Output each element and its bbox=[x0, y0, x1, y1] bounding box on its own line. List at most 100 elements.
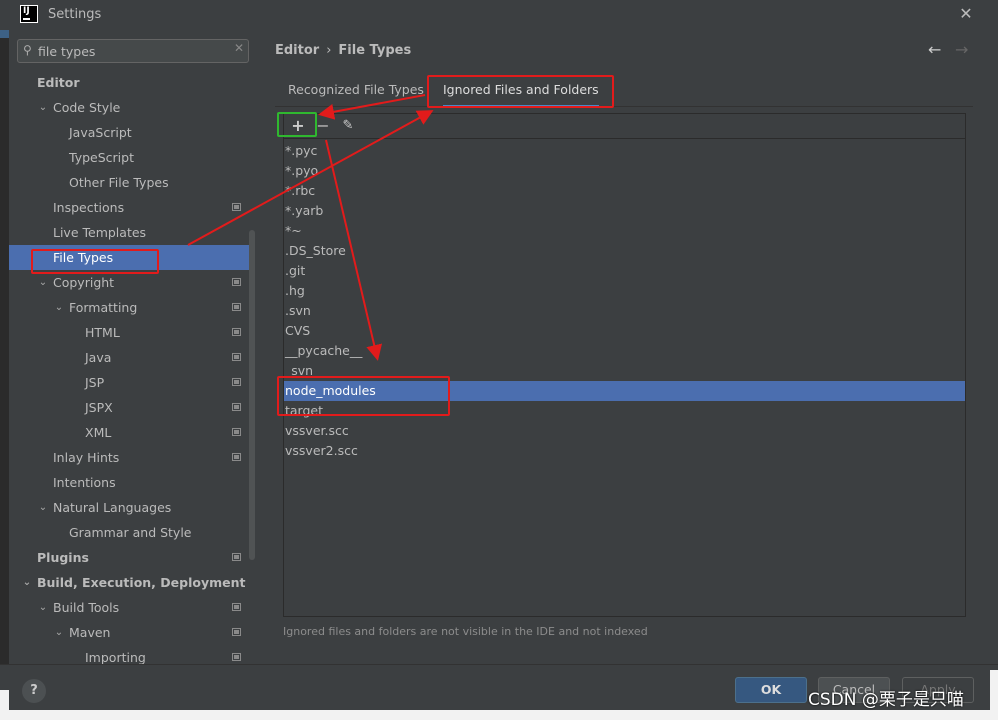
sidebar-item-live-templates[interactable]: Live Templates bbox=[9, 220, 249, 245]
close-icon[interactable]: ✕ bbox=[957, 4, 975, 24]
ignored-pattern-item[interactable]: node_modules bbox=[284, 381, 965, 401]
sidebar-item-label: Plugins bbox=[37, 550, 89, 565]
search-input[interactable] bbox=[38, 43, 228, 59]
sidebar-item-label: Java bbox=[85, 350, 112, 365]
project-scope-icon bbox=[232, 428, 241, 436]
ignored-list-panel: + − ✎ *.pyc *.pyo *.rbc *.yarb *~ .DS_Store .g… bbox=[283, 113, 966, 617]
ignored-pattern-item[interactable]: *.pyc bbox=[284, 141, 965, 161]
sidebar-item-code-style[interactable]: ⌄ Code Style bbox=[9, 95, 249, 120]
sidebar-item-other-file-types[interactable]: Other File Types bbox=[9, 170, 249, 195]
breadcrumb: Editor › File Types bbox=[275, 43, 411, 58]
background-editor-left bbox=[0, 690, 9, 720]
sidebar-item-build-execution-deployment[interactable]: ⌄ Build, Execution, Deployment bbox=[9, 570, 249, 595]
chevron-down-icon[interactable]: ⌄ bbox=[53, 295, 65, 320]
sidebar-item-editor[interactable]: Editor bbox=[9, 70, 249, 95]
ignored-pattern-item[interactable]: *.yarb bbox=[284, 201, 965, 221]
edit-pencil-icon[interactable]: ✎ bbox=[337, 116, 359, 136]
ignored-pattern-item[interactable]: target bbox=[284, 401, 965, 421]
search-icon: ⚲ bbox=[23, 43, 32, 57]
sidebar-item-maven[interactable]: ⌄ Maven bbox=[9, 620, 249, 645]
sidebar-item-java[interactable]: Java bbox=[9, 345, 249, 370]
project-scope-icon bbox=[232, 303, 241, 311]
tab-ignored-files-and-folders[interactable]: Ignored Files and Folders bbox=[443, 77, 599, 108]
settings-sidebar: ⚲ ✕ Editor ⌄ Code Style JavaScript TypeScrip… bbox=[9, 30, 258, 665]
chevron-down-icon[interactable]: ⌄ bbox=[21, 570, 33, 595]
sidebar-item-inlay-hints[interactable]: Inlay Hints bbox=[9, 445, 249, 470]
sidebar-item-label: Code Style bbox=[53, 100, 121, 115]
sidebar-item-copyright[interactable]: ⌄ Copyright bbox=[9, 270, 249, 295]
sidebar-item-xml[interactable]: XML bbox=[9, 420, 249, 445]
remove-pattern-button[interactable]: − bbox=[312, 116, 334, 136]
chevron-down-icon[interactable]: ⌄ bbox=[37, 595, 49, 620]
sidebar-item-label: JSPX bbox=[85, 400, 113, 415]
project-scope-icon bbox=[232, 378, 241, 386]
sidebar-item-label: Copyright bbox=[53, 275, 115, 290]
sidebar-item-label: Formatting bbox=[69, 300, 138, 315]
csdn-watermark: CSDN @栗子是只喵 bbox=[808, 690, 964, 710]
ignored-pattern-item[interactable]: vssver2.scc bbox=[284, 441, 965, 461]
ignored-pattern-item[interactable]: *.pyo bbox=[284, 161, 965, 181]
sidebar-item-inspections[interactable]: Inspections bbox=[9, 195, 249, 220]
sidebar-item-label: JSP bbox=[85, 375, 105, 390]
sidebar-item-label: Maven bbox=[69, 625, 111, 640]
forward-arrow-icon[interactable]: → bbox=[955, 40, 973, 60]
sidebar-item-html[interactable]: HTML bbox=[9, 320, 249, 345]
ignored-pattern-item[interactable]: _svn bbox=[284, 361, 965, 381]
sidebar-item-build-tools[interactable]: ⌄ Build Tools bbox=[9, 595, 249, 620]
sidebar-item-label: JavaScript bbox=[69, 125, 132, 140]
ignored-pattern-item[interactable]: .DS_Store bbox=[284, 241, 965, 261]
sidebar-item-jspx[interactable]: JSPX bbox=[9, 395, 249, 420]
breadcrumb-current: File Types bbox=[338, 43, 412, 58]
ok-button[interactable]: OK bbox=[735, 677, 807, 703]
sidebar-item-label: Inspections bbox=[53, 200, 125, 215]
sidebar-item-natural-languages[interactable]: ⌄ Natural Languages bbox=[9, 495, 249, 520]
breadcrumb-parent[interactable]: Editor bbox=[275, 43, 319, 58]
chevron-down-icon[interactable]: ⌄ bbox=[53, 620, 65, 645]
project-scope-icon bbox=[232, 278, 241, 286]
ignored-pattern-item[interactable]: .git bbox=[284, 261, 965, 281]
sidebar-item-intentions[interactable]: Intentions bbox=[9, 470, 249, 495]
clear-search-icon[interactable]: ✕ bbox=[231, 41, 247, 59]
project-scope-icon bbox=[232, 403, 241, 411]
project-scope-icon bbox=[232, 453, 241, 461]
project-scope-icon bbox=[232, 553, 241, 561]
background-editor-bottom bbox=[9, 710, 998, 720]
chevron-down-icon[interactable]: ⌄ bbox=[37, 495, 49, 520]
project-scope-icon bbox=[232, 603, 241, 611]
ignored-pattern-item[interactable]: vssver.scc bbox=[284, 421, 965, 441]
ignored-pattern-item[interactable]: *~ bbox=[284, 221, 965, 241]
tab-bar: Recognized File Types Ignored Files and … bbox=[275, 77, 973, 108]
sidebar-item-plugins[interactable]: Plugins bbox=[9, 545, 249, 570]
sidebar-scrollbar[interactable] bbox=[249, 230, 255, 560]
sidebar-item-grammar-and-style[interactable]: Grammar and Style bbox=[9, 520, 249, 545]
help-button[interactable]: ? bbox=[22, 679, 46, 703]
project-scope-icon bbox=[232, 353, 241, 361]
ignored-pattern-item[interactable]: __pycache__ bbox=[284, 341, 965, 361]
sidebar-item-file-types[interactable]: File Types bbox=[9, 245, 249, 270]
tab-recognized-file-types[interactable]: Recognized File Types bbox=[288, 77, 424, 107]
ignored-pattern-item[interactable]: *.rbc bbox=[284, 181, 965, 201]
tab-label: Ignored Files and Folders bbox=[443, 82, 599, 97]
sidebar-item-label: XML bbox=[85, 425, 112, 440]
sidebar-item-label: TypeScript bbox=[69, 150, 134, 165]
ignored-pattern-item[interactable]: .hg bbox=[284, 281, 965, 301]
background-window-edge bbox=[0, 30, 9, 720]
chevron-down-icon[interactable]: ⌄ bbox=[37, 95, 49, 120]
breadcrumb-separator-icon: › bbox=[326, 43, 332, 58]
ignored-pattern-item[interactable]: CVS bbox=[284, 321, 965, 341]
sidebar-item-label: Live Templates bbox=[53, 225, 147, 240]
settings-search-box[interactable]: ⚲ ✕ bbox=[17, 39, 249, 63]
sidebar-item-label: File Types bbox=[53, 250, 114, 265]
title-bar: IJ Settings ✕ bbox=[0, 0, 998, 30]
window-title: Settings bbox=[48, 7, 102, 22]
sidebar-item-typescript[interactable]: TypeScript bbox=[9, 145, 249, 170]
add-pattern-button[interactable]: + bbox=[287, 116, 309, 136]
sidebar-item-formatting[interactable]: ⌄ Formatting bbox=[9, 295, 249, 320]
ignored-pattern-item[interactable]: .svn bbox=[284, 301, 965, 321]
sidebar-item-jsp[interactable]: JSP bbox=[9, 370, 249, 395]
chevron-down-icon[interactable]: ⌄ bbox=[37, 270, 49, 295]
back-arrow-icon[interactable]: ← bbox=[928, 40, 946, 60]
sidebar-item-javascript[interactable]: JavaScript bbox=[9, 120, 249, 145]
ignored-patterns-list: *.pyc *.pyo *.rbc *.yarb *~ .DS_Store .git .hg.… bbox=[284, 139, 965, 615]
project-scope-icon bbox=[232, 653, 241, 661]
